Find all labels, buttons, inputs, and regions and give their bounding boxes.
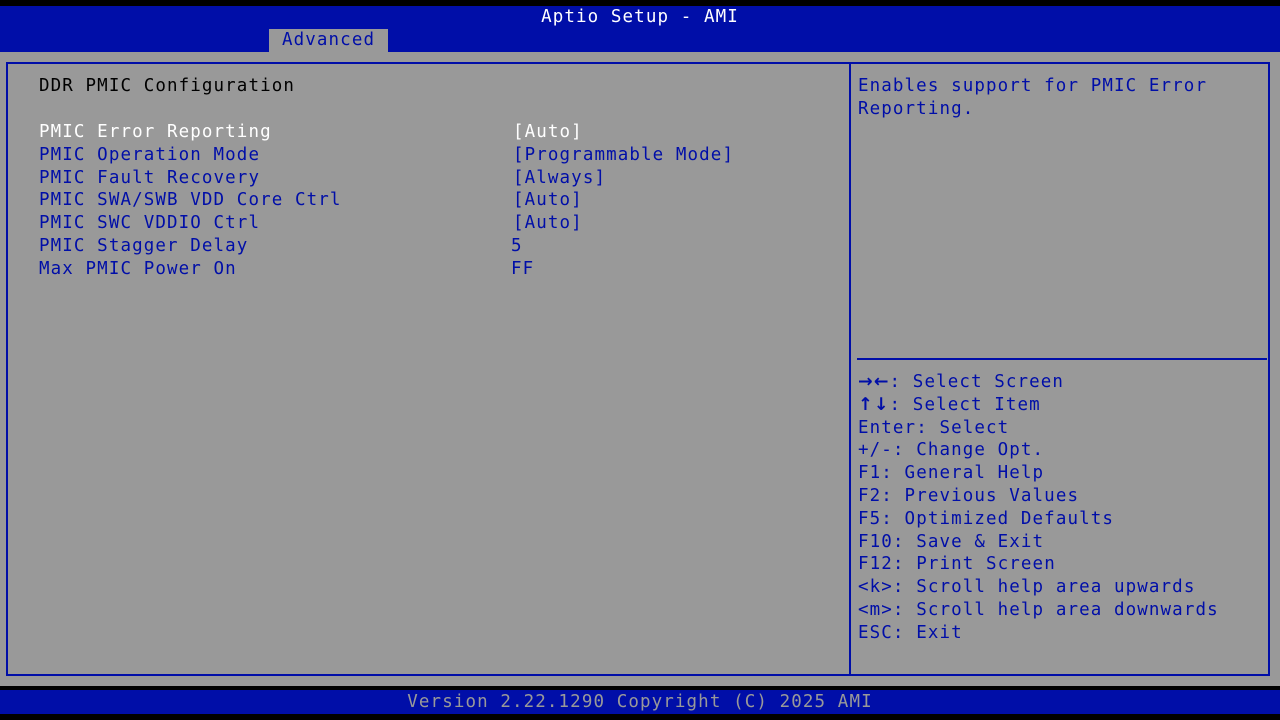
key-name: F2 — [858, 485, 882, 506]
setting-label: PMIC Operation Mode — [39, 144, 261, 165]
key-description: : Select — [916, 417, 1010, 438]
key-description: : Change Opt. — [892, 440, 1045, 461]
key-scroll-up: <k>: Scroll help area upwards — [858, 576, 1219, 599]
key-legend: →←: Select Screen ↑↓: Select Item Enter:… — [858, 371, 1219, 645]
key-f5: F5: Optimized Defaults — [858, 508, 1219, 531]
main-panel: DDR PMIC Configuration PMIC Error Report… — [0, 52, 1280, 686]
key-name: F10 — [858, 531, 893, 552]
setting-pmic-swa-swb-vdd-core-ctrl[interactable]: PMIC SWA/SWB VDD Core Ctrl [Auto] — [39, 189, 839, 212]
key-description: : Scroll help area upwards — [892, 577, 1196, 598]
setting-label: PMIC Error Reporting — [39, 122, 272, 142]
key-name: ESC — [858, 622, 893, 643]
setting-value[interactable]: [Auto] — [513, 121, 583, 144]
setting-value[interactable]: [Always] — [513, 167, 606, 190]
key-name: F5 — [858, 508, 882, 529]
setting-label: PMIC Stagger Delay — [39, 235, 249, 256]
app-title: Aptio Setup - AMI — [541, 7, 739, 27]
key-enter: Enter: Select — [858, 417, 1219, 440]
key-f10: F10: Save & Exit — [858, 531, 1219, 554]
key-f2: F2: Previous Values — [858, 485, 1219, 508]
setting-value[interactable]: 5 — [511, 235, 523, 258]
key-esc: ESC: Exit — [858, 622, 1219, 645]
key-description: : Previous Values — [881, 485, 1080, 506]
setting-pmic-swc-vddio-ctrl[interactable]: PMIC SWC VDDIO Ctrl [Auto] — [39, 212, 839, 235]
setting-value[interactable]: FF — [511, 258, 534, 281]
key-description: : Select Item — [889, 394, 1041, 415]
vertical-divider — [849, 62, 851, 676]
setting-value[interactable]: [Auto] — [513, 212, 583, 235]
key-name: F1 — [858, 463, 882, 484]
key-description: : Select Screen — [889, 372, 1065, 392]
setting-pmic-operation-mode[interactable]: PMIC Operation Mode [Programmable Mode] — [39, 144, 839, 167]
setting-pmic-fault-recovery[interactable]: PMIC Fault Recovery [Always] — [39, 167, 839, 190]
key-description: : Scroll help area downwards — [892, 599, 1219, 620]
key-f12: F12: Print Screen — [858, 553, 1219, 576]
setting-label: PMIC SWA/SWB VDD Core Ctrl — [39, 190, 342, 211]
key-name: <k> — [858, 577, 893, 598]
setting-max-pmic-power-on[interactable]: Max PMIC Power On FF — [39, 258, 839, 281]
version-text: Version 2.22.1290 Copyright (C) 2025 AMI — [407, 692, 873, 712]
key-description: : Print Screen — [892, 554, 1056, 575]
help-text: Enables support for PMIC Error Reporting… — [858, 76, 1208, 119]
setting-label: PMIC Fault Recovery — [39, 167, 261, 188]
setting-value[interactable]: [Auto] — [513, 189, 583, 212]
key-description: : Save & Exit — [892, 531, 1045, 552]
up-down-arrow-icon: ↑↓ — [858, 394, 890, 415]
key-description: : Optimized Defaults — [881, 508, 1114, 529]
key-scroll-down: <m>: Scroll help area downwards — [858, 599, 1219, 622]
key-f1: F1: General Help — [858, 462, 1219, 485]
setting-label: PMIC SWC VDDIO Ctrl — [39, 213, 261, 234]
key-change-opt: +/-: Change Opt. — [858, 439, 1219, 462]
key-select-item: ↑↓: Select Item — [858, 394, 1219, 417]
key-select-screen: →←: Select Screen — [858, 371, 1219, 394]
tab-advanced[interactable]: Advanced — [269, 29, 389, 52]
section-title: DDR PMIC Configuration — [39, 76, 295, 96]
left-right-arrow-icon: →← — [858, 372, 890, 392]
help-divider — [857, 358, 1267, 360]
key-name: F12 — [858, 554, 893, 575]
key-description: : General Help — [881, 463, 1045, 484]
key-description: : Exit — [892, 622, 963, 643]
setting-pmic-stagger-delay[interactable]: PMIC Stagger Delay 5 — [39, 235, 839, 258]
key-name: Enter — [858, 417, 917, 438]
settings-list: PMIC Error Reporting [Auto] PMIC Operati… — [39, 121, 839, 281]
key-name: <m> — [858, 599, 893, 620]
setting-label: Max PMIC Power On — [39, 258, 237, 279]
setting-value[interactable]: [Programmable Mode] — [513, 144, 734, 167]
key-name: +/- — [858, 440, 893, 461]
setting-pmic-error-reporting[interactable]: PMIC Error Reporting [Auto] — [39, 121, 839, 144]
